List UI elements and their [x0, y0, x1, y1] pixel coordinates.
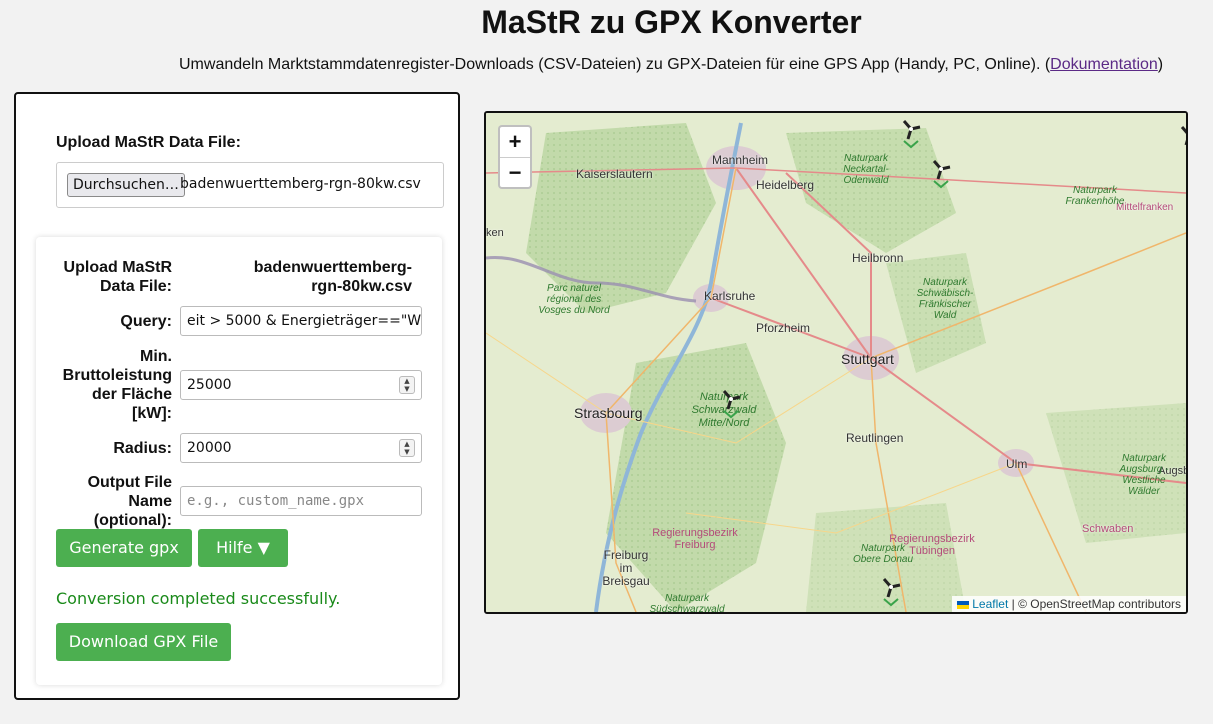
wind-turbine-icon[interactable]: [1174, 121, 1188, 155]
subtitle-end: ): [1157, 56, 1164, 73]
wind-turbine-icon[interactable]: [896, 115, 926, 149]
min-power-input[interactable]: 25000 ▲ ▼: [180, 370, 422, 400]
attribution-text: | © OpenStreetMap contributors: [1011, 597, 1181, 611]
city-label: ken: [486, 227, 504, 239]
query-label: Query:: [120, 313, 172, 330]
output-label: Output File Name (optional):: [87, 474, 172, 529]
form-card: Upload MaStR Data File: badenwuerttember…: [36, 237, 442, 685]
city-label: Reutlingen: [846, 431, 904, 445]
city-label: Stuttgart: [841, 351, 894, 367]
region-label: Regierungsbezirk Tübingen: [889, 533, 975, 557]
radius-stepper[interactable]: ▲ ▼: [399, 439, 415, 457]
region-label: Schwaben: [1082, 523, 1134, 535]
ukraine-flag-icon: [957, 600, 970, 609]
city-label: Karlsruhe: [704, 289, 756, 303]
city-label: Kaiserslautern: [576, 167, 653, 181]
help-button[interactable]: Hilfe ▼: [198, 529, 288, 567]
region-label: Regierungsbezirk Freiburg: [652, 527, 738, 551]
leaflet-link[interactable]: Leaflet: [972, 597, 1008, 611]
converter-panel: Upload MaStR Data File: Durchsuchen… bad…: [14, 92, 460, 700]
file-input[interactable]: Durchsuchen… badenwuerttemberg-rgn-80kw.…: [56, 162, 444, 208]
download-gpx-button[interactable]: Download GPX File: [56, 623, 231, 661]
wind-turbine-icon[interactable]: [876, 573, 906, 607]
zoom-out-button[interactable]: −: [500, 158, 530, 188]
file-value: badenwuerttemberg-rgn-80kw.csv: [253, 259, 412, 295]
park-label: Naturpark Frankenhöhe: [1065, 185, 1125, 207]
city-label: Heidelberg: [756, 178, 815, 192]
selected-file-name: badenwuerttemberg-rgn-80kw.csv: [180, 176, 421, 192]
page-subtitle: Umwandeln Marktstammdatenregister-Downlo…: [179, 56, 1163, 74]
city-label: Freiburg im Breisgau: [602, 548, 650, 588]
city-label: Ulm: [1006, 457, 1028, 471]
city-label: Mannheim: [712, 153, 769, 167]
radius-label: Radius:: [113, 440, 172, 457]
wind-turbine-icon[interactable]: [716, 385, 746, 419]
city-label: Heilbronn: [852, 251, 904, 265]
upload-label: Upload MaStR Data File:: [56, 134, 241, 151]
city-label: Pforzheim: [756, 321, 811, 335]
zoom-in-button[interactable]: +: [500, 127, 530, 158]
park-label: Naturpark Schwäbisch-Fränkischer Wald: [916, 277, 974, 321]
wind-turbine-icon[interactable]: [926, 155, 956, 189]
query-input[interactable]: eit > 5000 & Energieträger=="Wind: [180, 306, 422, 336]
min-power-value: 25000: [187, 377, 232, 393]
city-label: Strasbourg: [574, 405, 643, 421]
radius-input[interactable]: 20000 ▲ ▼: [180, 433, 422, 463]
page-title: MaStR zu GPX Konverter: [481, 4, 862, 40]
min-power-stepper[interactable]: ▲ ▼: [399, 376, 415, 394]
park-label: Naturpark Augsburg - Westliche Wälder: [1119, 453, 1169, 497]
subtitle-text: Umwandeln Marktstammdatenregister-Downlo…: [179, 56, 1051, 73]
documentation-link[interactable]: Dokumentation: [1050, 56, 1158, 73]
park-label: Parc naturel régional des Vosges du Nord: [538, 283, 610, 316]
output-filename-input[interactable]: e.g., custom_name.gpx: [180, 486, 422, 516]
status-message: Conversion completed successfully.: [56, 589, 341, 608]
zoom-control: + −: [498, 125, 532, 189]
browse-button[interactable]: Durchsuchen…: [67, 173, 185, 197]
file-label: Upload MaStR Data File:: [63, 259, 172, 295]
park-label: Naturpark Südschwarzwald: [649, 593, 725, 614]
park-label: Naturpark Neckartal-Odenwald: [843, 153, 889, 186]
min-power-label: Min. Bruttoleistung der Fläche [kW]:: [62, 348, 172, 422]
map-attribution: Leaflet | © OpenStreetMap contributors: [952, 596, 1186, 612]
radius-value: 20000: [187, 440, 232, 456]
generate-gpx-button[interactable]: Generate gpx: [56, 529, 192, 567]
map[interactable]: Mannheim Kaiserslautern Heidelberg Heilb…: [484, 111, 1188, 614]
